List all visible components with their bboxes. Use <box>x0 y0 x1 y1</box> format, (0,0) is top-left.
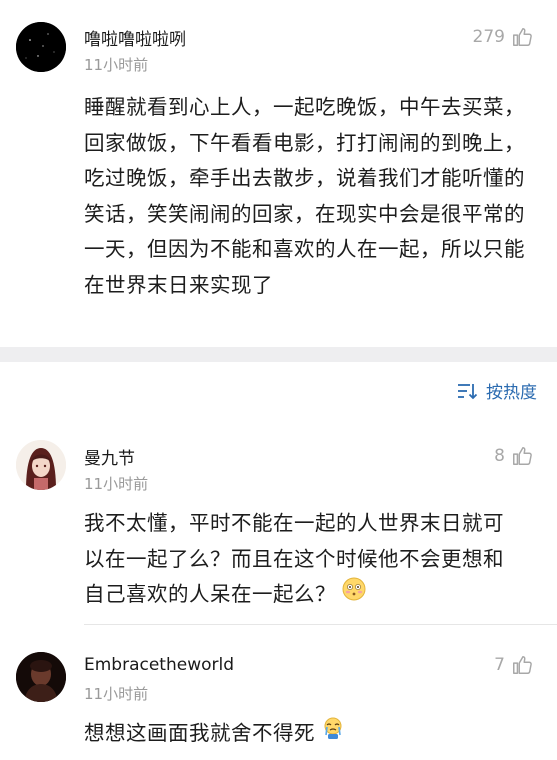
like-button[interactable]: 279 <box>473 26 533 48</box>
like-button[interactable]: 7 <box>494 654 533 676</box>
like-count: 8 <box>494 446 505 466</box>
thumbs-up-icon <box>513 447 532 465</box>
sort-icon <box>458 383 478 399</box>
avatar[interactable] <box>16 22 66 72</box>
comment-text-body: 想想这画面我就舍不得死 <box>84 721 315 745</box>
post: 噜啦噜啦啦咧 11小时前 279 睡醒就看到心上人，一起吃晚饭，中午去买菜，回家… <box>0 0 557 347</box>
comment-text-body: 我不太懂，平时不能在一起的人世界末日就可以在一起了么？而且在这个时候他不会更想和… <box>84 511 504 606</box>
timestamp: 11小时前 <box>84 685 149 703</box>
like-count: 7 <box>494 655 505 675</box>
comment: Embracetheworld 11小时前 7 想想这画面我就舍不得死 <box>0 650 557 760</box>
timestamp: 11小时前 <box>84 56 149 74</box>
username[interactable]: 曼九节 <box>84 444 135 469</box>
timestamp: 11小时前 <box>84 475 149 493</box>
dark-portrait-avatar-image <box>16 652 66 702</box>
avatar[interactable] <box>16 652 66 702</box>
thumbs-up-icon <box>513 28 532 46</box>
thumbs-up-icon <box>513 656 532 674</box>
starfield-avatar-image <box>16 22 66 72</box>
crying-face-emoji <box>321 716 345 752</box>
like-button[interactable]: 8 <box>494 445 533 467</box>
username[interactable]: Embracetheworld <box>84 655 234 675</box>
anime-girl-avatar-image <box>16 440 66 490</box>
flushed-face-emoji <box>342 577 366 613</box>
sort-label: 按热度 <box>486 383 537 403</box>
avatar[interactable] <box>16 440 66 490</box>
like-count: 279 <box>472 27 505 47</box>
comment-text: 我不太懂，平时不能在一起的人世界末日就可以在一起了么？而且在这个时候他不会更想和… <box>84 506 524 613</box>
section-divider <box>0 347 557 362</box>
comment-separator <box>84 624 557 625</box>
comment-text: 想想这画面我就舍不得死 <box>84 716 524 752</box>
comment: 曼九节 11小时前 8 我不太懂，平时不能在一起的人世界末日就可以在一起了么？而… <box>0 440 557 625</box>
post-text: 睡醒就看到心上人，一起吃晚饭，中午去买菜，回家做饭，下午看看电影，打打闹闹的到晚… <box>84 95 525 297</box>
username[interactable]: 噜啦噜啦啦咧 <box>84 25 186 50</box>
sort-button[interactable]: 按热度 <box>456 378 537 403</box>
